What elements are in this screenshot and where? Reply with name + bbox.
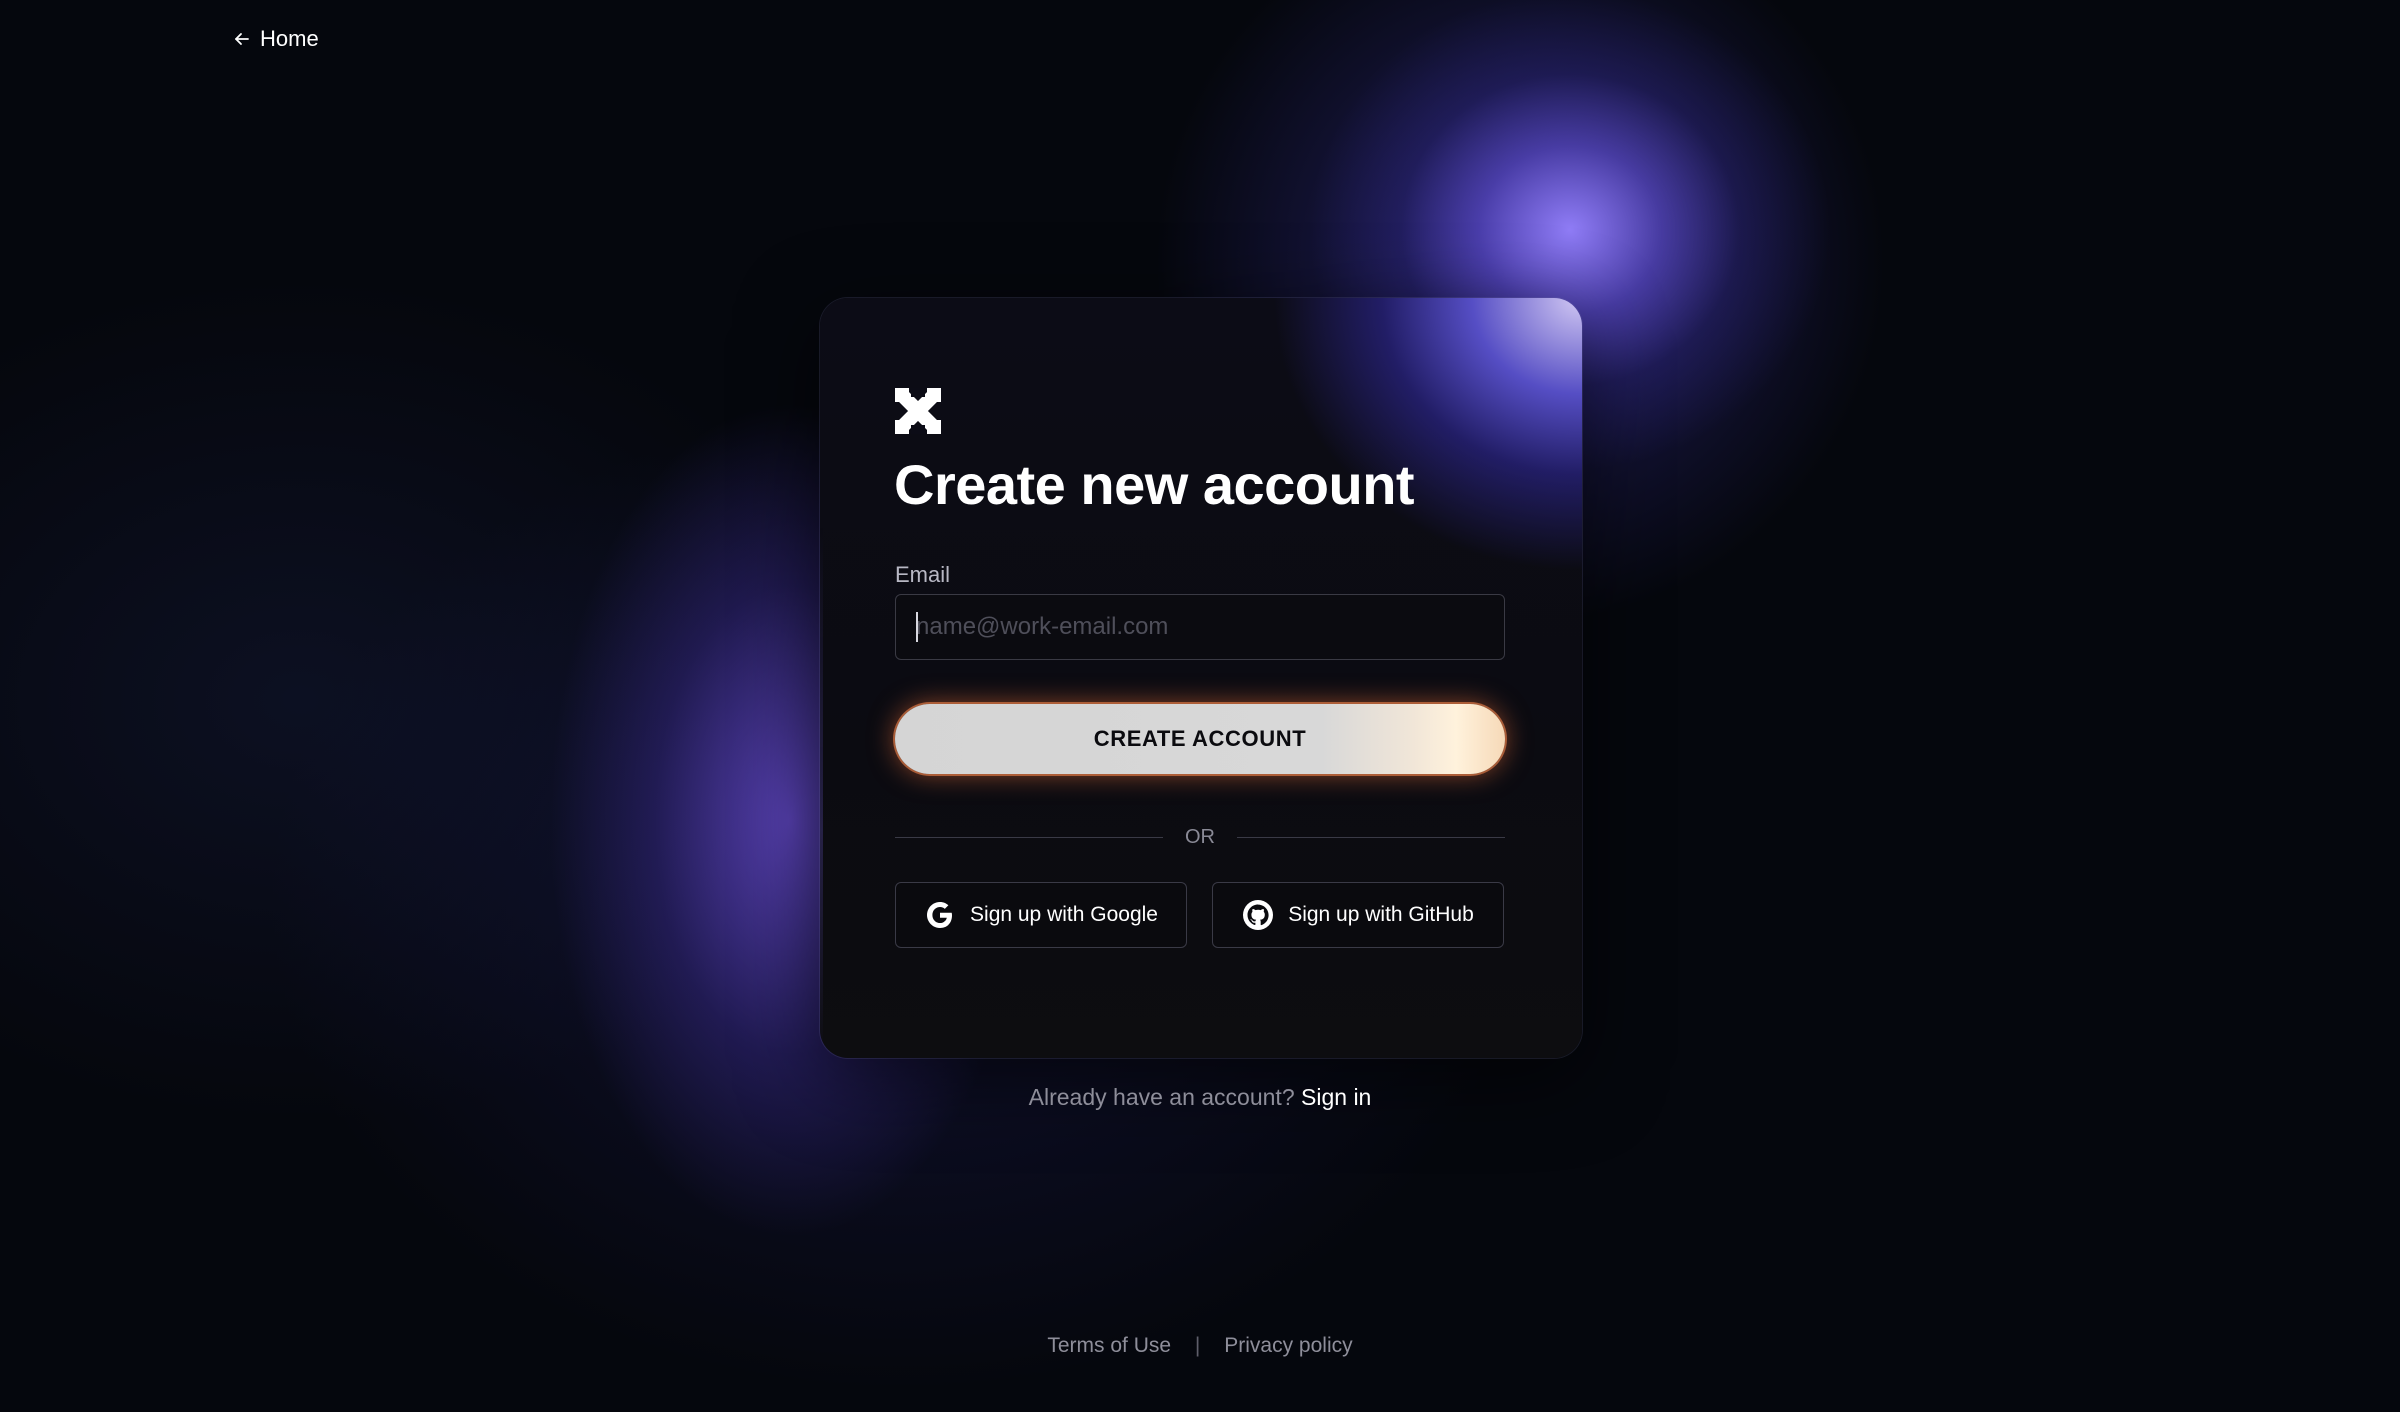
signin-prompt: Already have an account? <box>1028 1084 1295 1110</box>
terms-link[interactable]: Terms of Use <box>1047 1334 1171 1357</box>
brand-logo-icon <box>895 388 941 434</box>
home-link-label: Home <box>260 26 319 51</box>
create-account-button[interactable]: CREATE ACCOUNT <box>895 704 1505 774</box>
signin-link[interactable]: Sign in <box>1301 1084 1371 1110</box>
google-button-label: Sign up with Google <box>970 903 1158 926</box>
or-divider: OR <box>895 826 1505 849</box>
text-caret <box>916 612 918 642</box>
arrow-left-icon <box>235 33 249 45</box>
google-icon <box>927 902 953 928</box>
divider-label: OR <box>1185 826 1215 848</box>
privacy-link[interactable]: Privacy policy <box>1224 1334 1352 1357</box>
signin-prompt-row: Already have an account? Sign in <box>0 1084 2400 1111</box>
email-field[interactable] <box>895 594 1505 660</box>
footer: Terms of Use | Privacy policy <box>0 1334 2400 1358</box>
divider-line-right <box>1237 837 1505 838</box>
github-button-label: Sign up with GitHub <box>1288 903 1474 926</box>
home-link[interactable]: Home <box>232 26 319 52</box>
email-label: Email <box>895 562 951 587</box>
footer-separator: | <box>1194 1334 1201 1357</box>
page-title: Create new account <box>894 453 1415 516</box>
signup-card: Create new account Email CREATE ACCOUNT … <box>820 298 1582 1058</box>
github-icon <box>1243 900 1274 930</box>
google-signup-button[interactable]: Sign up with Google <box>895 882 1187 948</box>
divider-line-left <box>895 837 1163 838</box>
github-signup-button[interactable]: Sign up with GitHub <box>1212 882 1504 948</box>
